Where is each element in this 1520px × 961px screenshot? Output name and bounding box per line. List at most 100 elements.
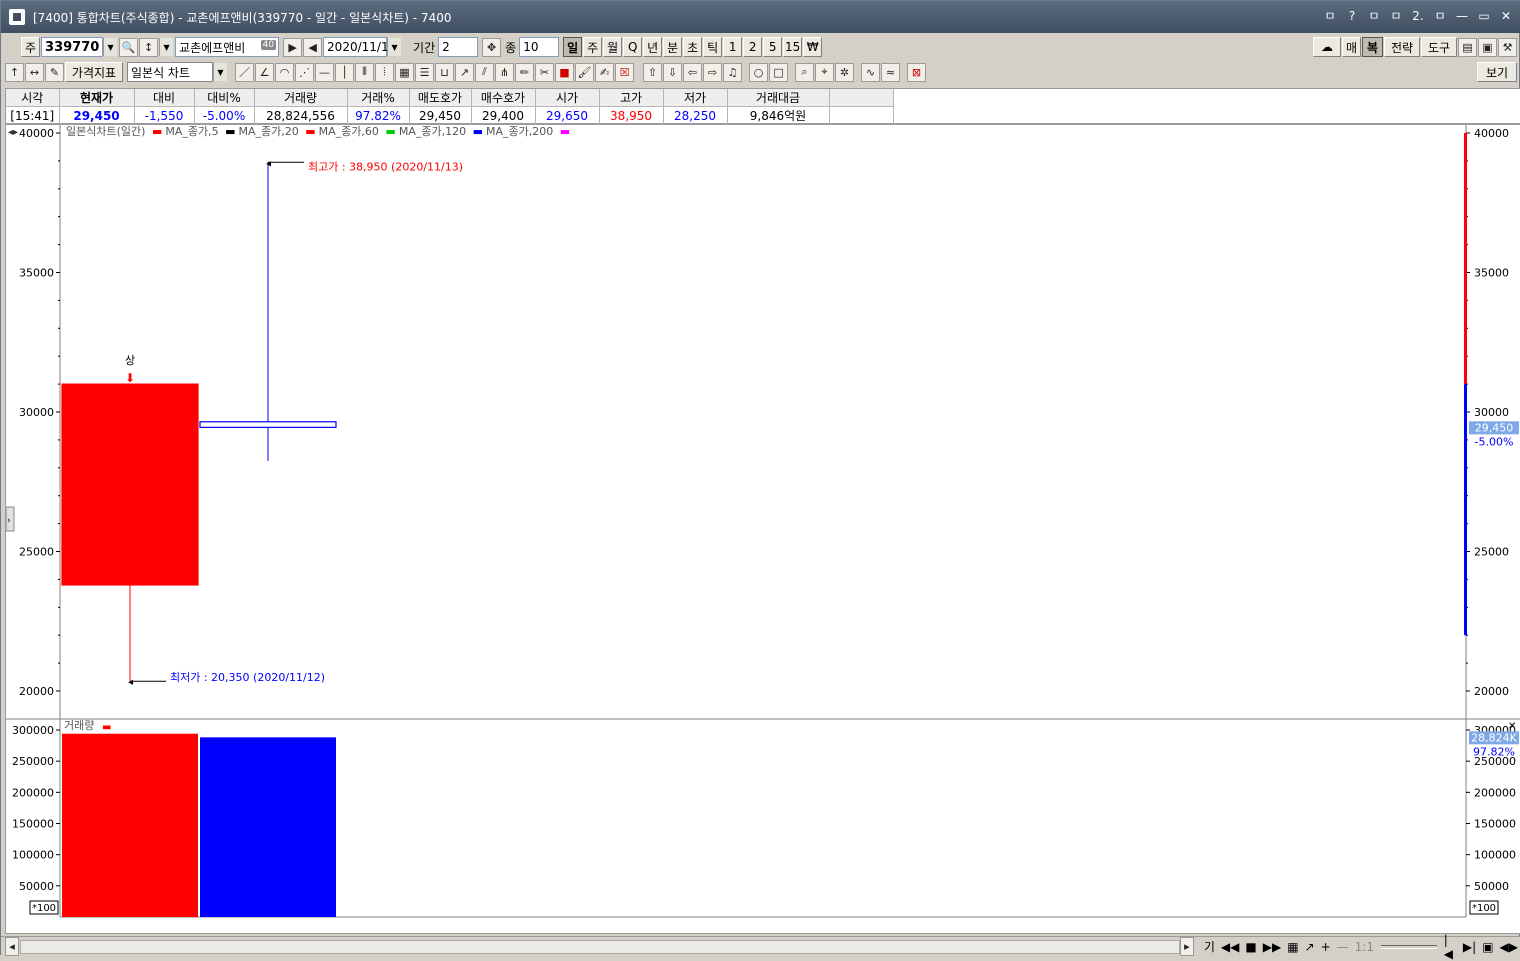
multi-button[interactable]: 복 <box>1362 37 1383 57</box>
ratio-label[interactable]: 1:1 <box>1355 940 1374 954</box>
arrow-down-tool-icon[interactable]: ⇩ <box>663 62 682 82</box>
magnet-icon[interactable]: ✲ <box>835 62 854 82</box>
timeframe-month[interactable]: 월 <box>603 37 623 57</box>
zoom-icon[interactable]: ⌕ <box>795 62 814 82</box>
zoom-in-icon[interactable]: + <box>1321 940 1331 954</box>
multi-wave-icon[interactable]: ≈ <box>881 62 900 82</box>
fan-icon[interactable]: ⋰ <box>295 62 314 82</box>
strategy-button[interactable]: 전략 <box>1384 37 1420 57</box>
count-input[interactable]: 10 <box>519 37 560 57</box>
volume-bars[interactable] <box>62 733 336 917</box>
timeframe-quarter[interactable]: Q <box>623 37 643 57</box>
note-icon[interactable]: ♫ <box>723 62 742 82</box>
table-icon[interactable]: ▦ <box>1287 940 1298 954</box>
chart-svg[interactable]: 20000 25000 30000 35000 40000 20000 25000 3000… <box>5 124 1520 936</box>
last-icon[interactable]: ▶| <box>1463 940 1476 954</box>
timeframe-5[interactable]: 5 <box>763 37 783 57</box>
rectangle-icon[interactable]: □ <box>769 62 788 82</box>
prev-stock-icon[interactable]: ◀ <box>303 37 323 57</box>
close-panel-icon[interactable]: ✕ <box>1508 721 1516 732</box>
trendline-icon[interactable]: ／ <box>235 62 254 82</box>
vertical-line-icon[interactable]: │ <box>335 62 354 82</box>
rewind-icon[interactable]: ◀◀ <box>1221 940 1239 954</box>
color-icon[interactable]: ■ <box>555 62 574 82</box>
retracement-icon[interactable]: ☰ <box>415 62 434 82</box>
parallel-lines-icon[interactable]: ⫽ <box>475 62 494 82</box>
stock-code-input[interactable]: 339770 <box>41 37 104 57</box>
clear-all-icon[interactable]: ⊠ <box>907 62 926 82</box>
help-icon[interactable]: ? <box>1343 7 1361 25</box>
grid-icon[interactable]: ▦ <box>395 62 414 82</box>
ray-icon[interactable]: ↗ <box>455 62 474 82</box>
text-tool-icon[interactable]: ✍ <box>595 62 614 82</box>
chart-type-select[interactable]: 일본식 차트 <box>127 62 213 82</box>
horizontal-scrollbar[interactable] <box>19 939 1180 954</box>
timeframe-tick[interactable]: 틱 <box>703 37 723 57</box>
timeframe-year[interactable]: 년 <box>643 37 663 57</box>
timeframe-minute[interactable]: 분 <box>663 37 683 57</box>
volume-bar[interactable] <box>200 737 336 917</box>
indicator-button[interactable]: 가격지표 <box>65 62 123 82</box>
fibonacci-time-icon[interactable]: ⦙ <box>375 62 394 82</box>
delete-drawing-icon[interactable]: ☒ <box>615 62 634 82</box>
chart-arrow-icon[interactable]: ↗ <box>1305 940 1315 954</box>
horizontal-line-icon[interactable]: — <box>315 62 334 82</box>
fast-forward-icon[interactable]: ▶▶ <box>1263 940 1281 954</box>
currency-toggle[interactable]: ₩ <box>803 37 823 57</box>
andrews-pitchfork-icon[interactable]: ⋔ <box>495 62 514 82</box>
zoom-candle-icon[interactable]: ⌖ <box>815 62 834 82</box>
tools-button[interactable]: 도구 <box>1421 37 1457 57</box>
eraser-icon[interactable]: ✂ <box>535 62 554 82</box>
cycle-lines-icon[interactable]: ⦀ <box>355 62 374 82</box>
link-icon[interactable]: ㅁ <box>1365 7 1383 25</box>
sort-icon[interactable]: ↕ <box>139 37 159 57</box>
timeframe-1[interactable]: 1 <box>723 37 743 57</box>
candles-group[interactable] <box>61 162 337 682</box>
expand-horizontal-icon[interactable]: ◀▶ <box>1500 940 1518 954</box>
next-stock-icon[interactable]: ▶ <box>283 37 303 57</box>
pencil-icon[interactable]: ✏ <box>515 62 534 82</box>
view-button[interactable]: 보기 <box>1477 62 1517 82</box>
code-dropdown-icon[interactable]: ▼ <box>103 38 118 56</box>
zoom-slider[interactable] <box>1380 944 1437 949</box>
candle-body[interactable] <box>199 421 337 428</box>
arrow-right-tool-icon[interactable]: ⇨ <box>703 62 722 82</box>
share-icon[interactable]: ㅁ <box>1321 7 1339 25</box>
channel-icon[interactable]: ⊔ <box>435 62 454 82</box>
buy-sell-button[interactable]: 매 <box>1342 37 1361 57</box>
arrow-up-tool-icon[interactable]: ⇧ <box>643 62 662 82</box>
crosshair-icon[interactable]: ✥ <box>482 37 502 57</box>
timeframe-day[interactable]: 일 <box>563 37 583 57</box>
maximize-button[interactable]: ▭ <box>1475 7 1493 25</box>
wrench-icon[interactable]: ⚒ <box>1498 37 1517 57</box>
pin-icon[interactable]: ㅁ <box>1431 7 1449 25</box>
date-dropdown-icon[interactable]: ▼ <box>387 38 402 56</box>
arrow-up-icon[interactable]: ↑ <box>5 62 24 82</box>
chart-type-dropdown-icon[interactable]: ▼ <box>213 63 227 81</box>
wave-icon[interactable]: ∿ <box>861 62 880 82</box>
edit-icon[interactable]: ✎ <box>45 62 64 82</box>
date-input[interactable]: 2020/11/13 <box>323 37 396 57</box>
cloud-icon[interactable]: ☁ <box>1313 37 1341 57</box>
market-selector[interactable]: 주 <box>21 37 41 57</box>
folder-icon[interactable]: ▤ <box>1458 37 1477 57</box>
timeframe-second[interactable]: 초 <box>683 37 703 57</box>
angle-line-icon[interactable]: ∠ <box>255 62 274 82</box>
zoom-out-icon[interactable]: — <box>1337 940 1349 954</box>
period-jump-icon[interactable]: 기 <box>1204 938 1215 955</box>
settings-icon[interactable]: ㅁ <box>1387 7 1405 25</box>
scroll-left-icon[interactable]: ◂ <box>5 937 19 956</box>
circle-icon[interactable]: ○ <box>749 62 768 82</box>
brush-icon[interactable]: 🖌 <box>575 62 594 82</box>
search-icon[interactable]: 🔍 <box>119 37 139 57</box>
close-button[interactable]: ✕ <box>1497 7 1515 25</box>
timeframe-2[interactable]: 2 <box>743 37 763 57</box>
arc-icon[interactable]: ◠ <box>275 62 294 82</box>
expand-arrow-icon[interactable]: › <box>7 516 11 526</box>
screen-number[interactable]: 2. <box>1409 7 1427 25</box>
arrow-horizontal-icon[interactable]: ↔ <box>25 62 44 82</box>
minimize-button[interactable]: — <box>1453 7 1471 25</box>
timeframe-15[interactable]: 15 <box>783 37 803 57</box>
chart-area[interactable]: 20000 25000 30000 35000 40000 20000 25000 3000… <box>5 124 1520 936</box>
save-icon[interactable]: ▣ <box>1478 37 1497 57</box>
